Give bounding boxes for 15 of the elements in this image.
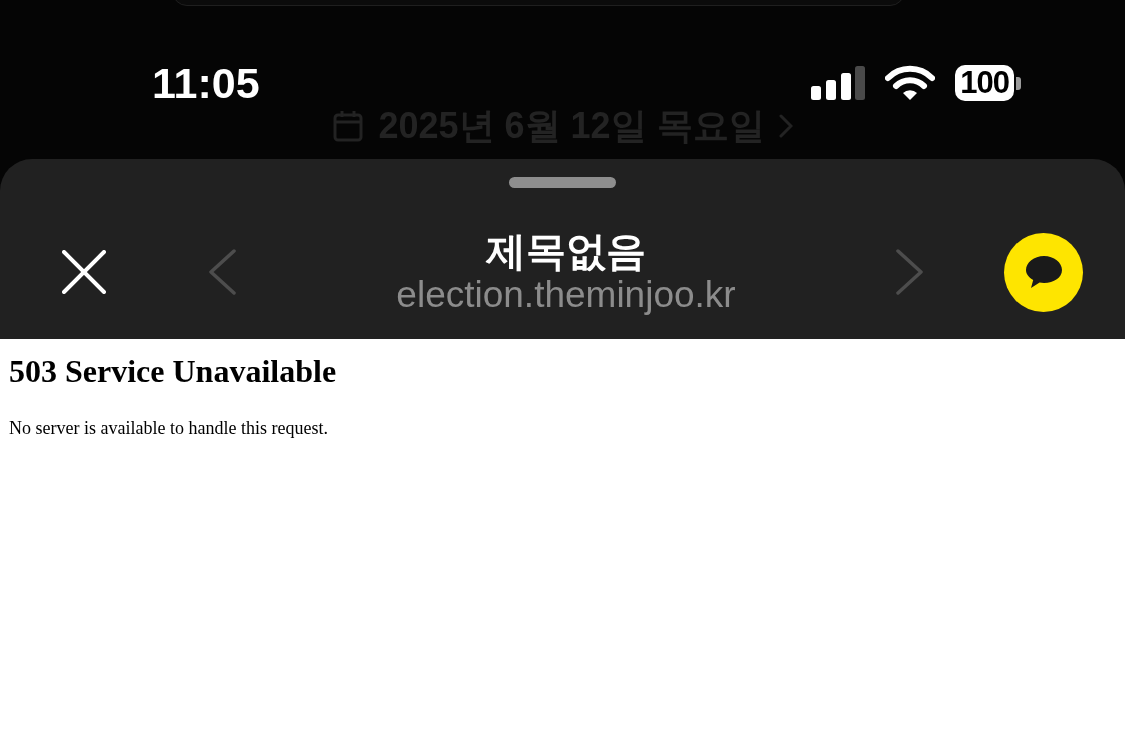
status-time: 11:05 [152,60,260,106]
wifi-icon [885,65,936,101]
page-title: 제목없음 [486,228,646,274]
calendar-icon [332,110,365,142]
error-message: No server is available to handle this request. [9,417,329,439]
sheet-grabber[interactable] [509,177,616,188]
chevron-left-icon [208,249,236,295]
battery-indicator: 100 [955,65,1021,101]
signal-icon [811,66,866,100]
close-icon [62,250,106,294]
page-url: election.theminjoo.kr [396,274,736,316]
error-heading: 503 Service Unavailable [9,352,338,390]
speech-bubble-icon [1024,255,1063,289]
chevron-right-icon [778,114,793,138]
chevron-right-icon [896,249,924,295]
